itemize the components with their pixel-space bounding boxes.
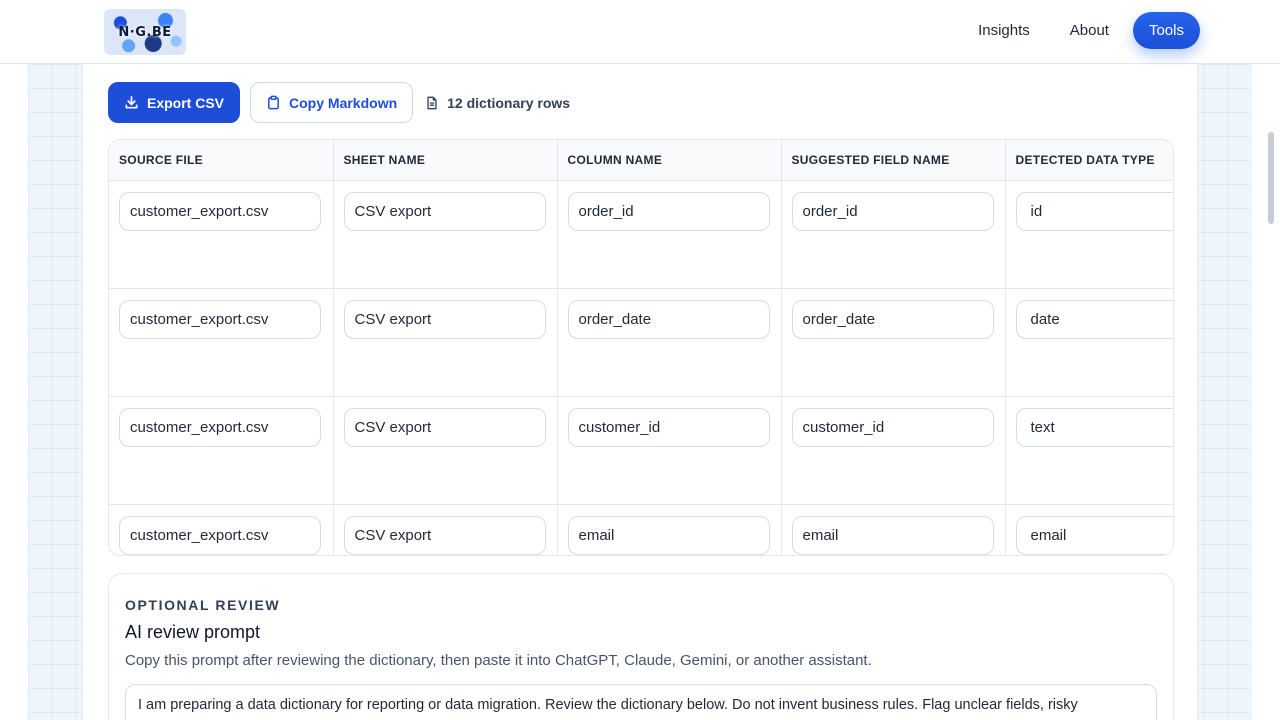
review-eyebrow: OPTIONAL REVIEW bbox=[125, 597, 281, 613]
data-type-input[interactable] bbox=[1015, 515, 1173, 555]
table-header-row: SOURCE FILE SHEET NAME COLUMN NAME SUGGE… bbox=[109, 140, 1173, 181]
nav-insights[interactable]: Insights bbox=[962, 12, 1046, 49]
export-csv-label: Export CSV bbox=[147, 94, 225, 111]
suggested-field-input[interactable] bbox=[791, 515, 994, 555]
row-count-label: 12 dictionary rows bbox=[447, 94, 571, 111]
data-type-input[interactable] bbox=[1015, 191, 1173, 231]
table-row bbox=[109, 504, 1173, 555]
source-file-input[interactable] bbox=[119, 191, 321, 231]
site-header: N·G.BE Insights About Tools bbox=[0, 0, 1280, 64]
site-logo[interactable]: N·G.BE bbox=[104, 9, 186, 55]
main-nav: Insights About Tools bbox=[962, 12, 1200, 49]
review-prompt-textarea[interactable]: I am preparing a data dictionary for rep… bbox=[125, 684, 1157, 720]
data-type-input[interactable] bbox=[1015, 299, 1173, 339]
row-count-badge: 12 dictionary rows bbox=[425, 95, 570, 111]
nav-about[interactable]: About bbox=[1054, 12, 1125, 49]
sheet-name-input[interactable] bbox=[343, 515, 546, 555]
copy-markdown-label: Copy Markdown bbox=[289, 94, 398, 111]
logo-text: N·G.BE bbox=[118, 24, 172, 40]
col-header-detected-data-type: DETECTED DATA TYPE bbox=[1005, 140, 1173, 181]
dictionary-card: Export CSV Copy Markdown 12 dictionary r… bbox=[82, 64, 1198, 720]
source-file-input[interactable] bbox=[119, 515, 321, 555]
sheet-name-input[interactable] bbox=[343, 191, 546, 231]
nav-tools[interactable]: Tools bbox=[1132, 12, 1200, 49]
col-header-suggested-field-name: SUGGESTED FIELD NAME bbox=[781, 140, 1006, 181]
source-file-input[interactable] bbox=[119, 407, 321, 447]
column-name-input[interactable] bbox=[567, 299, 770, 339]
ai-review-panel: OPTIONAL REVIEW AI review prompt Copy th… bbox=[108, 573, 1174, 720]
sheet-name-input[interactable] bbox=[343, 407, 546, 447]
sheet-name-input[interactable] bbox=[343, 299, 546, 339]
suggested-field-input[interactable] bbox=[791, 191, 994, 231]
clipboard-icon bbox=[268, 95, 279, 110]
review-title: AI review prompt bbox=[125, 622, 261, 642]
col-header-column-name: COLUMN NAME bbox=[557, 140, 782, 181]
suggested-field-input[interactable] bbox=[791, 407, 994, 447]
suggested-field-input[interactable] bbox=[791, 299, 994, 339]
export-csv-button[interactable]: Export CSV bbox=[108, 82, 241, 123]
table-row bbox=[109, 396, 1173, 505]
table-row bbox=[109, 180, 1173, 289]
page-background-right bbox=[1252, 64, 1280, 720]
table-row bbox=[109, 288, 1173, 397]
source-file-input[interactable] bbox=[119, 299, 321, 339]
page-scrollbar[interactable] bbox=[1268, 132, 1274, 224]
copy-markdown-button[interactable]: Copy Markdown bbox=[250, 82, 414, 123]
dictionary-toolbar: Export CSV Copy Markdown 12 dictionary r… bbox=[108, 82, 570, 123]
document-icon bbox=[427, 96, 437, 109]
col-header-sheet-name: SHEET NAME bbox=[333, 140, 558, 181]
col-header-source-file: SOURCE FILE bbox=[109, 140, 334, 181]
column-name-input[interactable] bbox=[567, 515, 770, 555]
column-name-input[interactable] bbox=[567, 407, 770, 447]
page-background-left bbox=[0, 64, 28, 720]
dictionary-table[interactable]: SOURCE FILE SHEET NAME COLUMN NAME SUGGE… bbox=[108, 139, 1174, 556]
review-description: Copy this prompt after reviewing the dic… bbox=[125, 652, 872, 669]
column-name-input[interactable] bbox=[567, 191, 770, 231]
download-icon bbox=[125, 96, 138, 109]
data-type-input[interactable] bbox=[1015, 407, 1173, 447]
